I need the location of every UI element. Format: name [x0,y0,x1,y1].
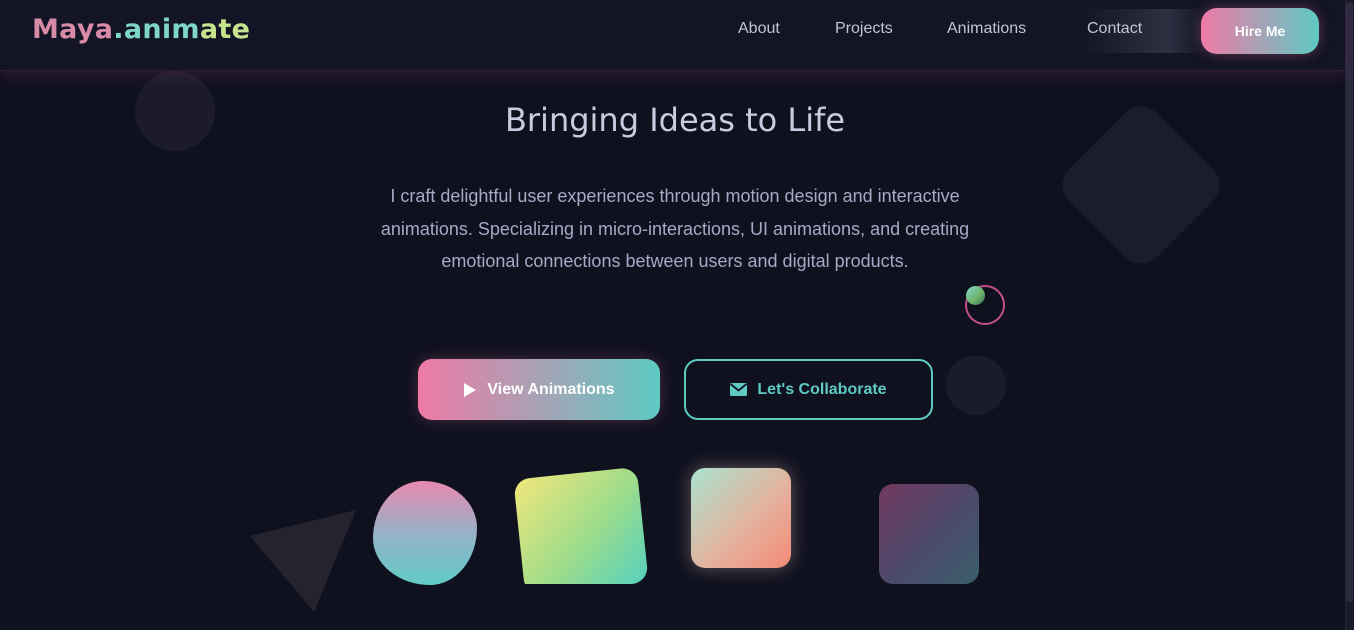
view-animations-label: View Animations [487,380,615,398]
decorative-triangle [250,510,356,612]
logo-part-3: ate [199,14,251,45]
nav-about[interactable]: About [738,20,780,38]
animated-blob-shape [373,481,477,585]
animated-dim-square [879,484,979,584]
site-header: Maya.animate About Projects Animations C… [0,0,1345,71]
decorative-dot [966,286,985,305]
nav-animations[interactable]: Animations [947,20,1026,38]
logo-part-2: .anim [113,14,200,45]
scrollbar-thumb[interactable] [1346,2,1353,602]
scrollbar-track[interactable] [1345,0,1354,630]
nav-projects[interactable]: Projects [835,20,893,38]
animated-tilted-square [513,466,649,584]
animated-glow-square [691,468,791,568]
view-animations-button[interactable]: View Animations [418,359,660,420]
collaborate-button[interactable]: Let's Collaborate [684,359,933,420]
decorative-circle-small [946,355,1006,415]
collaborate-label: Let's Collaborate [757,380,887,398]
logo-part-1: Maya [32,14,114,45]
nav-contact[interactable]: Contact [1087,20,1142,38]
hire-me-button[interactable]: Hire Me [1201,8,1319,54]
envelope-icon [730,383,748,396]
hero-description: I craft delightful user experiences thro… [380,186,970,271]
tilted-square-clip [500,460,670,584]
play-icon [463,382,477,398]
hero-title: Bringing Ideas to Life [504,101,846,139]
logo[interactable]: Maya.animate [32,14,250,45]
